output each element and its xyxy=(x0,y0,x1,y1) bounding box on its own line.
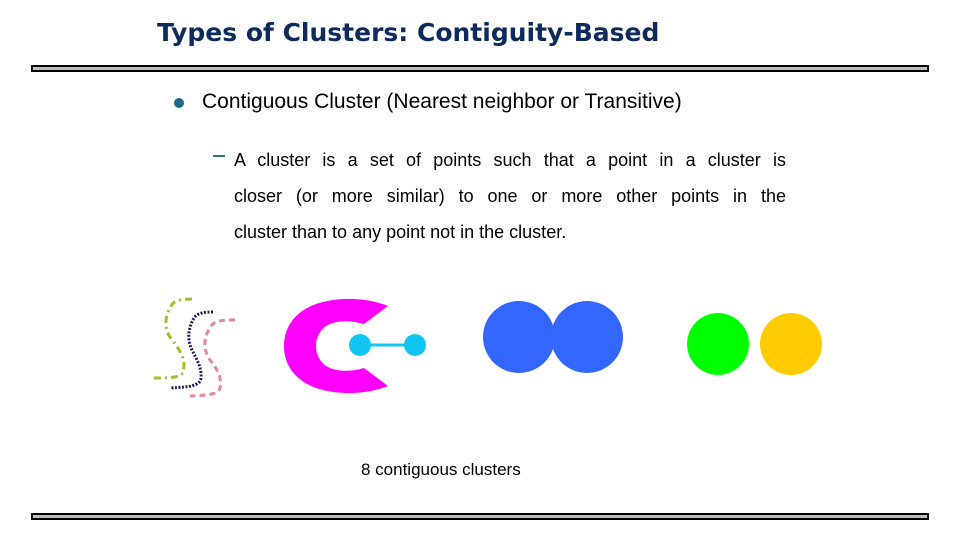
yellow-circle xyxy=(760,313,822,375)
green-dash-dot-s-curve xyxy=(149,297,193,380)
blue-circle-left xyxy=(483,301,555,373)
cyan-dumbbell-point xyxy=(349,334,371,356)
cyan-dumbbell-point xyxy=(404,334,426,356)
blue-circle-right xyxy=(551,301,623,373)
clusters-figure xyxy=(149,297,822,398)
figure-caption: 8 contiguous clusters xyxy=(361,460,521,479)
footer-divider xyxy=(31,513,929,520)
green-circle xyxy=(687,313,749,375)
